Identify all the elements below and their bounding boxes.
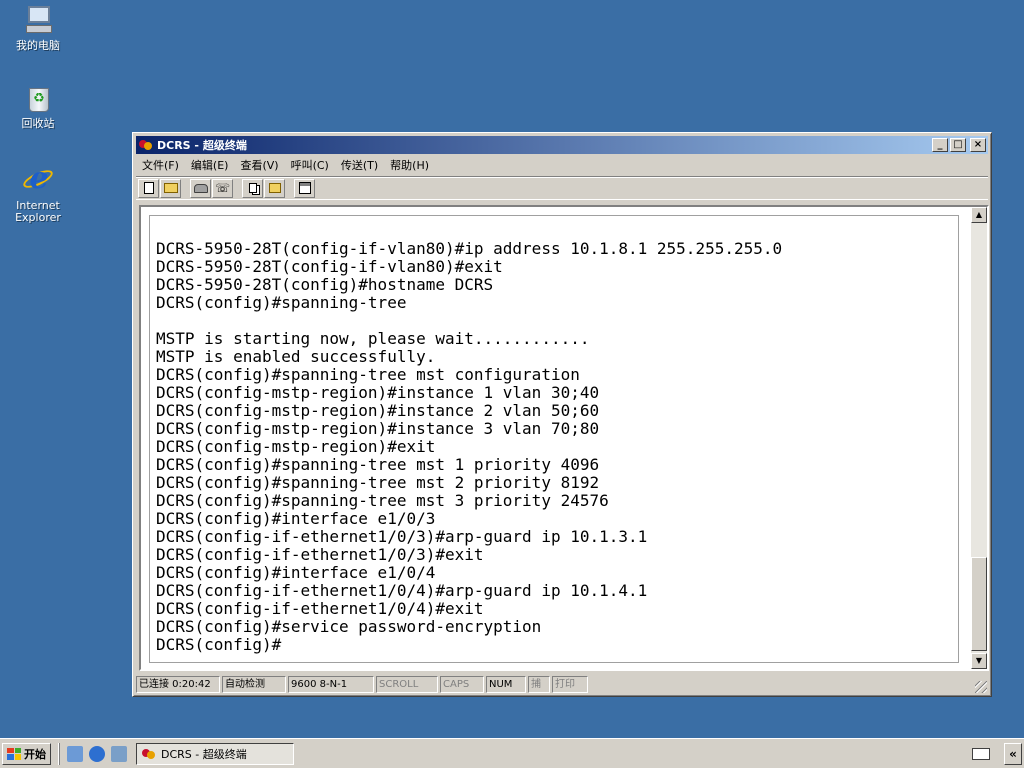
new-icon bbox=[143, 182, 154, 194]
start-button[interactable]: 开始 bbox=[2, 742, 51, 765]
show-desktop-icon[interactable] bbox=[67, 745, 83, 762]
taskbar-button-hyperterminal[interactable]: DCRS - 超级终端 bbox=[136, 742, 294, 765]
hyperterminal-window: DCRS - 超级终端 _ □ × 文件(F) 编辑(E) 查看(V) 呼叫(C… bbox=[132, 132, 992, 697]
status-num: NUM bbox=[486, 676, 526, 693]
taskbar: 开始 DCRS - 超级终端 « bbox=[0, 738, 1024, 768]
system-tray: « bbox=[972, 742, 1022, 766]
desktop-icon-recycle-bin[interactable]: ♻ 回收站 bbox=[0, 82, 76, 130]
desktop-icon-label: 我的电脑 bbox=[16, 39, 60, 52]
scroll-down-button[interactable]: ▼ bbox=[971, 653, 987, 669]
dial-icon bbox=[193, 183, 208, 193]
terminal-area[interactable]: DCRS-5950-28T(config-if-vlan80)#ip addre… bbox=[139, 205, 989, 671]
close-button[interactable]: × bbox=[970, 138, 986, 152]
resize-grip-icon[interactable] bbox=[975, 681, 987, 693]
desktop-icon-my-computer[interactable]: 我的电脑 bbox=[0, 4, 76, 52]
tray-expand-button[interactable]: « bbox=[1004, 743, 1022, 765]
window-title: DCRS - 超级终端 bbox=[157, 139, 247, 152]
title-bar[interactable]: DCRS - 超级终端 _ □ × bbox=[136, 136, 988, 154]
status-print: 打印 bbox=[552, 676, 588, 693]
properties-button[interactable] bbox=[294, 178, 315, 198]
open-button[interactable] bbox=[160, 178, 181, 198]
status-caps: CAPS bbox=[440, 676, 484, 693]
minimize-button[interactable]: _ bbox=[932, 138, 948, 152]
recycle-bin-icon: ♻ bbox=[22, 82, 54, 114]
status-params: 9600 8-N-1 bbox=[288, 676, 374, 693]
windows-logo-icon bbox=[7, 747, 21, 760]
new-button[interactable] bbox=[138, 178, 159, 198]
scroll-up-button[interactable]: ▲ bbox=[971, 207, 987, 223]
receive-icon bbox=[268, 183, 281, 193]
status-bar: 已连接 0:20:42 自动检测 9600 8-N-1 SCROLL CAPS … bbox=[136, 675, 988, 694]
hyperterminal-app-icon bbox=[141, 747, 157, 761]
menu-call[interactable]: 呼叫(C) bbox=[285, 157, 335, 173]
quick-launch bbox=[59, 742, 130, 765]
outlook-quick-launch-icon[interactable] bbox=[111, 745, 127, 762]
status-detect: 自动检测 bbox=[222, 676, 286, 693]
internet-explorer-icon: e bbox=[20, 164, 56, 196]
open-icon bbox=[163, 183, 178, 193]
menu-file[interactable]: 文件(F) bbox=[136, 157, 185, 173]
hyperterminal-app-icon bbox=[138, 138, 154, 152]
terminal-output: DCRS-5950-28T(config-if-vlan80)#ip addre… bbox=[156, 239, 783, 654]
send-button[interactable] bbox=[242, 178, 263, 198]
hangup-icon: ☏ bbox=[214, 181, 230, 195]
send-icon bbox=[248, 183, 257, 193]
scroll-thumb[interactable] bbox=[971, 557, 987, 651]
desktop-icon-label: Internet Explorer bbox=[15, 199, 61, 224]
status-connected: 已连接 0:20:42 bbox=[136, 676, 220, 693]
dial-button[interactable] bbox=[190, 178, 211, 198]
menu-bar: 文件(F) 编辑(E) 查看(V) 呼叫(C) 传送(T) 帮助(H) bbox=[136, 156, 988, 174]
vertical-scrollbar[interactable]: ▲ ▼ bbox=[971, 207, 987, 669]
my-computer-icon bbox=[22, 4, 54, 36]
start-label: 开始 bbox=[24, 747, 46, 761]
menu-transfer[interactable]: 传送(T) bbox=[335, 157, 384, 173]
menu-edit[interactable]: 编辑(E) bbox=[185, 157, 235, 173]
hangup-button[interactable]: ☏ bbox=[212, 178, 233, 198]
desktop-icon-internet-explorer[interactable]: e Internet Explorer bbox=[0, 164, 76, 224]
properties-icon bbox=[298, 182, 311, 194]
ie-quick-launch-icon[interactable] bbox=[89, 745, 105, 762]
keyboard-icon[interactable] bbox=[972, 748, 990, 760]
terminal-screen[interactable]: DCRS-5950-28T(config-if-vlan80)#ip addre… bbox=[149, 215, 959, 663]
receive-button[interactable] bbox=[264, 178, 285, 198]
status-scroll: SCROLL bbox=[376, 676, 438, 693]
desktop-icon-label: 回收站 bbox=[21, 117, 55, 130]
toolbar: ☏ bbox=[136, 176, 988, 200]
menu-view[interactable]: 查看(V) bbox=[234, 157, 284, 173]
maximize-button[interactable]: □ bbox=[950, 138, 966, 152]
task-label: DCRS - 超级终端 bbox=[161, 747, 247, 761]
menu-help[interactable]: 帮助(H) bbox=[384, 157, 435, 173]
status-capture: 捕 bbox=[528, 676, 550, 693]
